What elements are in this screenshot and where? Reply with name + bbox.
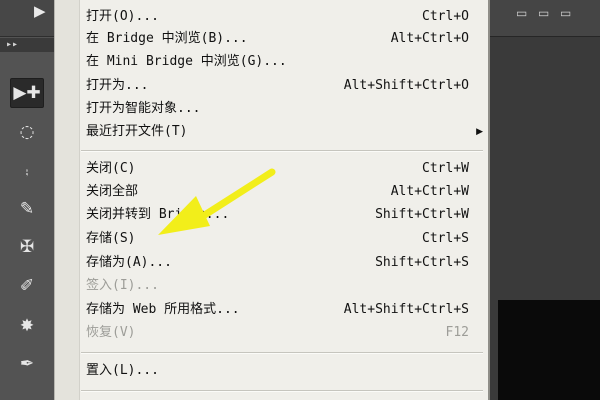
panel-collapse-header[interactable]: ▸▸ <box>0 38 54 52</box>
menu-item-shortcut: Shift+Ctrl+W <box>375 207 469 222</box>
move-tool-preset-icon[interactable]: ▶ <box>34 2 46 20</box>
menu-item-label: 打开(O)... <box>86 9 159 24</box>
quick-selection-tool-icon[interactable]: ✎ <box>10 194 44 224</box>
menu-item-open-recent[interactable]: 最近打开文件(T) ▶ <box>55 121 491 143</box>
options-bar: ▭ ▭ ▭ <box>490 0 600 37</box>
menu-item-shortcut: F12 <box>445 325 469 340</box>
menu-item-label: 在 Bridge 中浏览(B)... <box>86 31 248 46</box>
crop-tool-icon[interactable]: ✠ <box>10 232 44 262</box>
menu-item-shortcut: Ctrl+W <box>422 161 469 176</box>
menu-item-label: 关闭(C) <box>86 161 136 176</box>
menu-item-revert: 恢复(V) F12 <box>55 322 491 344</box>
align-bottom-icon[interactable]: ▭ <box>560 6 574 20</box>
menu-item-label: 存储为 Web 所用格式... <box>86 302 240 317</box>
menu-item-open-as[interactable]: 打开为... Alt+Shift+Ctrl+O <box>55 75 491 97</box>
menu-item-browse-in-bridge[interactable]: 在 Bridge 中浏览(B)... Alt+Ctrl+O <box>55 28 491 50</box>
menu-item-label: 恢复(V) <box>86 325 136 340</box>
menu-item-shortcut: Ctrl+O <box>422 9 469 24</box>
menu-separator <box>81 150 483 152</box>
menu-item-close-all[interactable]: 关闭全部 Alt+Ctrl+W <box>55 181 491 203</box>
menu-item-close-and-go-to-bridge[interactable]: 关闭并转到 Bridge... Shift+Ctrl+W <box>55 204 491 226</box>
menu-item-label: 签入(I)... <box>86 278 159 293</box>
menu-item-save-for-web[interactable]: 存储为 Web 所用格式... Alt+Shift+Ctrl+S <box>55 299 491 321</box>
menu-separator <box>81 390 483 392</box>
menu-item-shortcut: Alt+Shift+Ctrl+O <box>343 78 469 93</box>
align-top-icon[interactable]: ▭ <box>516 6 530 20</box>
file-menu: 打开(O)... Ctrl+O 在 Bridge 中浏览(B)... Alt+C… <box>54 0 490 400</box>
document-canvas[interactable] <box>498 300 600 400</box>
tool-options-corner: ▶ <box>0 0 54 37</box>
menu-item-label: 置入(L)... <box>86 363 159 378</box>
lasso-tool-icon[interactable]: ⨾ <box>10 155 44 185</box>
menu-item-save[interactable]: 存储(S) Ctrl+S <box>55 228 491 250</box>
menu-item-label: 关闭并转到 Bridge... <box>86 207 230 222</box>
healing-brush-tool-icon[interactable]: ✸ <box>10 311 44 341</box>
menu-item-shortcut: Shift+Ctrl+S <box>375 255 469 270</box>
menu-item-label: 打开为... <box>86 78 149 93</box>
menu-item-shortcut: Alt+Shift+Ctrl+S <box>343 302 469 317</box>
brush-tool-icon[interactable]: ✒ <box>10 349 44 379</box>
menu-item-open-as-smart-object[interactable]: 打开为智能对象... <box>55 98 491 120</box>
menu-item-label: 关闭全部 <box>86 184 139 199</box>
tools-panel: ▶ ▸▸ ▶✚ ◌ ⨾ ✎ ✠ ✐ ✸ ✒ <box>0 0 55 400</box>
menu-separator <box>81 352 483 354</box>
menu-item-place[interactable]: 置入(L)... <box>55 360 491 382</box>
menu-item-check-in: 签入(I)... <box>55 275 491 297</box>
menu-item-shortcut: Ctrl+S <box>422 231 469 246</box>
submenu-arrow-icon: ▶ <box>476 127 483 137</box>
eyedropper-tool-icon[interactable]: ✐ <box>10 271 44 301</box>
menu-item-close[interactable]: 关闭(C) Ctrl+W <box>55 158 491 180</box>
menu-item-label: 存储为(A)... <box>86 255 172 270</box>
menu-item-label: 在 Mini Bridge 中浏览(G)... <box>86 54 287 69</box>
menu-item-open[interactable]: 打开(O)... Ctrl+O <box>55 6 491 28</box>
menu-item-shortcut: Alt+Ctrl+W <box>390 184 469 199</box>
menu-item-shortcut: Alt+Ctrl+O <box>390 31 469 46</box>
menu-item-label: 打开为智能对象... <box>86 101 201 116</box>
move-tool-icon[interactable]: ▶✚ <box>10 78 44 108</box>
menu-item-browse-in-mini-bridge[interactable]: 在 Mini Bridge 中浏览(G)... <box>55 51 491 73</box>
menu-item-save-as[interactable]: 存储为(A)... Shift+Ctrl+S <box>55 252 491 274</box>
marquee-tool-icon[interactable]: ◌ <box>10 117 44 147</box>
align-vcenter-icon[interactable]: ▭ <box>538 6 552 20</box>
menu-item-label: 存储(S) <box>86 231 136 246</box>
menu-item-label: 最近打开文件(T) <box>86 124 188 139</box>
